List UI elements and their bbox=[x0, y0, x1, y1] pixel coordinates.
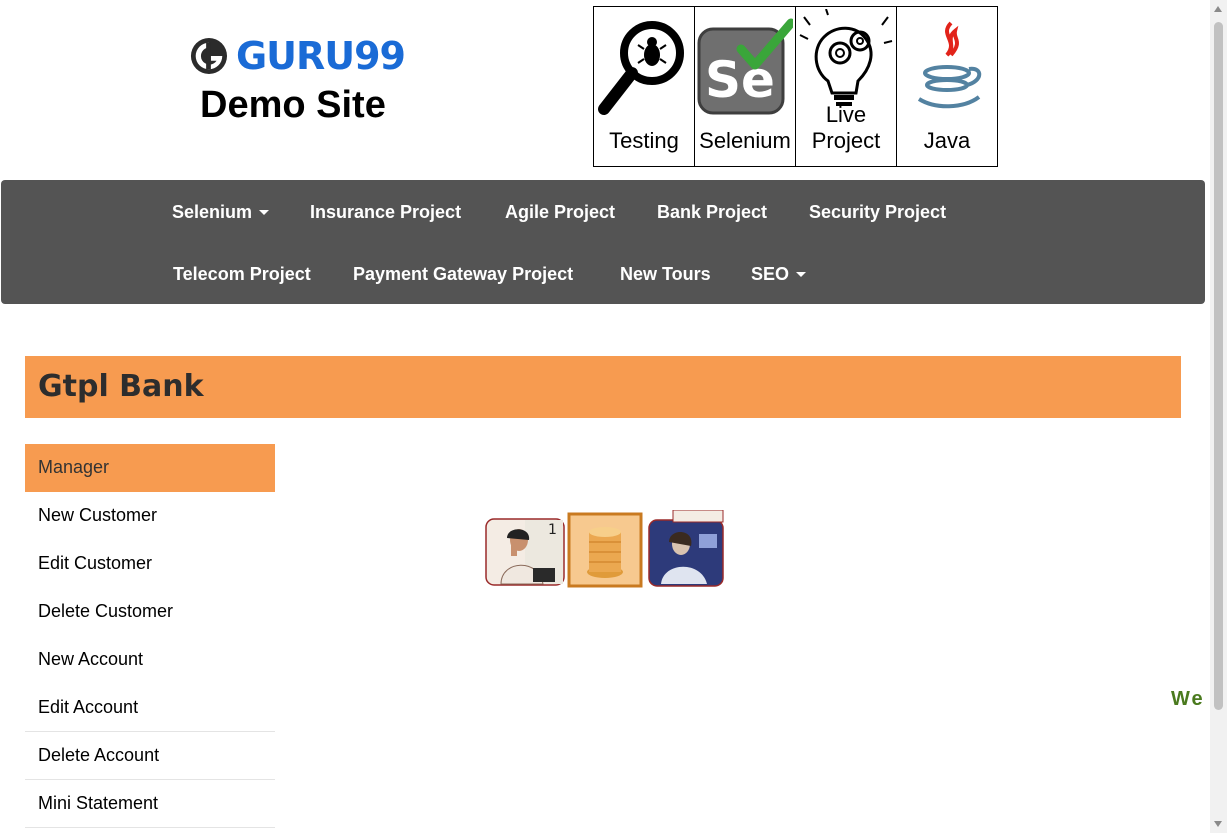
site-brand[interactable]: GURU99 Demo Site bbox=[190, 34, 406, 126]
main-navbar: Selenium Insurance Project Agile Project… bbox=[1, 180, 1205, 304]
manager-menu: Manager New Customer Edit Customer Delet… bbox=[25, 444, 275, 828]
bank-title: Gtpl Bank bbox=[38, 369, 204, 404]
nav-telecom-project[interactable]: Telecom Project bbox=[173, 264, 311, 285]
nav-security-project[interactable]: Security Project bbox=[809, 202, 946, 223]
magnifier-bug-icon bbox=[598, 21, 684, 115]
tile-testing-label: Testing bbox=[609, 128, 679, 153]
brand-name: GURU99 bbox=[235, 34, 406, 78]
tile-selenium[interactable]: Se Selenium bbox=[694, 6, 796, 167]
lightbulb-gears-icon bbox=[799, 9, 893, 106]
nav-seo-dropdown[interactable]: SEO bbox=[751, 264, 807, 285]
banner-images: 1 bbox=[485, 509, 725, 595]
tile-java[interactable]: Java bbox=[896, 6, 998, 167]
menu-item-new-customer[interactable]: New Customer bbox=[25, 492, 275, 540]
svg-text:1: 1 bbox=[548, 522, 557, 538]
scroll-down-arrow-icon[interactable] bbox=[1214, 821, 1222, 827]
nav-new-tours[interactable]: New Tours bbox=[620, 264, 711, 285]
page-scrollbar[interactable] bbox=[1210, 0, 1227, 833]
caret-down-icon bbox=[259, 210, 270, 215]
scrollbar-thumb[interactable] bbox=[1214, 22, 1223, 710]
menu-item-delete-account[interactable]: Delete Account bbox=[25, 732, 275, 780]
nav-bank-project[interactable]: Bank Project bbox=[657, 202, 767, 223]
bank-title-bar: Gtpl Bank bbox=[25, 356, 1181, 418]
nav-selenium-label: Selenium bbox=[172, 202, 253, 222]
tile-live-project[interactable]: Live Project bbox=[795, 6, 897, 167]
tile-java-label: Java bbox=[923, 128, 971, 153]
java-logo-icon bbox=[917, 21, 982, 109]
welcome-marquee-text: We bbox=[1171, 688, 1205, 710]
bank-banner-image: 1 bbox=[485, 509, 724, 588]
tile-testing[interactable]: Testing bbox=[593, 6, 695, 167]
nav-payment-gateway-project[interactable]: Payment Gateway Project bbox=[353, 264, 573, 285]
menu-item-edit-account[interactable]: Edit Account bbox=[25, 684, 275, 732]
menu-item-edit-customer[interactable]: Edit Customer bbox=[25, 540, 275, 588]
menu-item-mini-statement[interactable]: Mini Statement bbox=[25, 780, 275, 828]
tile-live-project-label: Live Project bbox=[811, 102, 881, 153]
course-tiles: Testing Se Selenium Live Project Java bbox=[593, 6, 998, 167]
nav-seo-label: SEO bbox=[751, 264, 790, 284]
selenium-logo-icon: Se bbox=[697, 18, 793, 115]
nav-selenium-dropdown[interactable]: Selenium bbox=[172, 202, 270, 223]
menu-item-delete-customer[interactable]: Delete Customer bbox=[25, 588, 275, 636]
nav-insurance-project[interactable]: Insurance Project bbox=[310, 202, 461, 223]
tile-selenium-label: Selenium bbox=[699, 128, 791, 153]
nav-agile-project[interactable]: Agile Project bbox=[505, 202, 615, 223]
menu-item-manager[interactable]: Manager bbox=[25, 444, 275, 492]
guru99-logo-icon bbox=[190, 37, 228, 75]
brand-subtitle: Demo Site bbox=[200, 84, 386, 126]
caret-down-icon bbox=[796, 272, 807, 277]
menu-item-new-account[interactable]: New Account bbox=[25, 636, 275, 684]
scroll-up-arrow-icon[interactable] bbox=[1214, 6, 1222, 12]
